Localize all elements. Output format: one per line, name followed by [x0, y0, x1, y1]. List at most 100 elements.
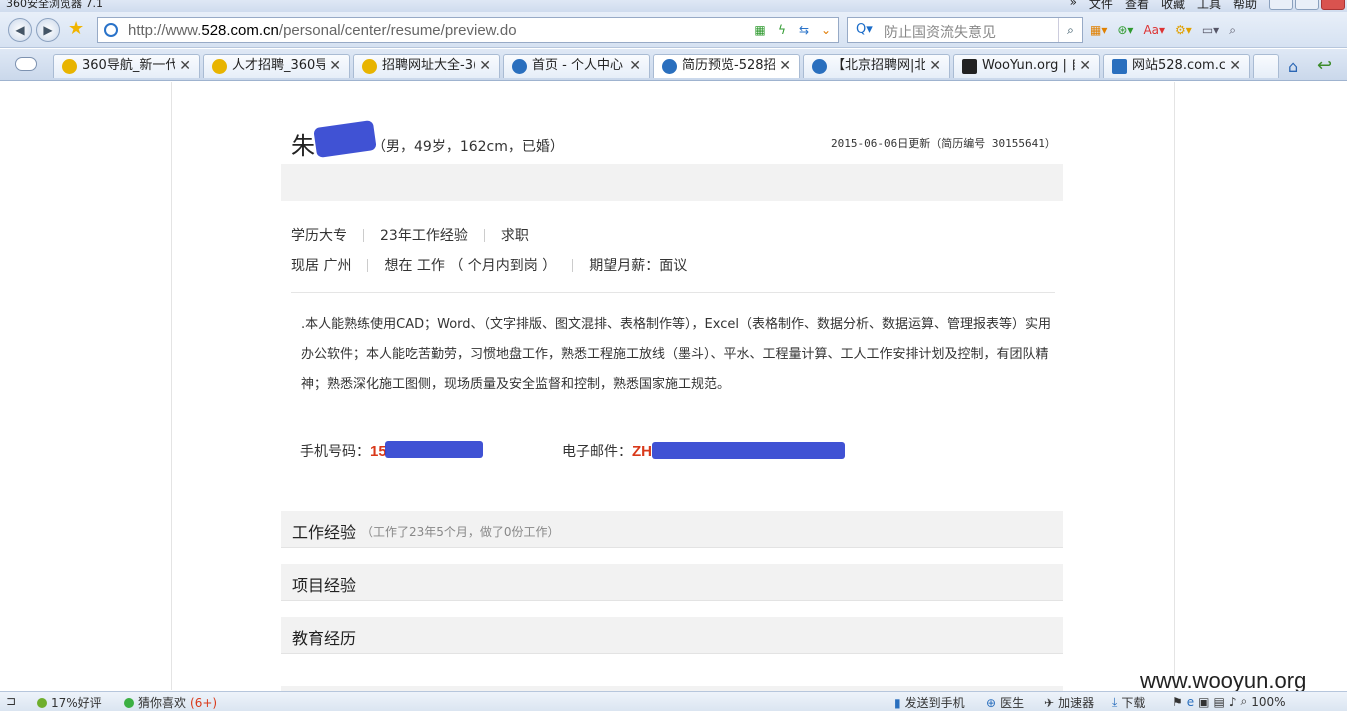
tab-wooyun[interactable]: WooYun.org | 自 ✕ — [953, 54, 1100, 78]
tab-360-nav[interactable]: 360导航_新一代 ✕ — [53, 54, 200, 78]
send-to-phone[interactable]: ▮ 发送到手机 — [894, 694, 965, 711]
window-controls — [1269, 0, 1345, 10]
tab-favicon-icon — [62, 59, 77, 74]
rating-item[interactable]: 17%好评 — [37, 694, 102, 711]
page-border-left — [171, 82, 172, 690]
window-icon[interactable]: ▣ — [1198, 695, 1209, 709]
menu-more[interactable]: » — [1070, 0, 1077, 12]
zoom-icon[interactable]: ⌕ — [1241, 694, 1248, 709]
close-tab-icon[interactable]: ✕ — [179, 55, 191, 77]
url-text[interactable]: http://www.528.com.cn/personal/center/re… — [128, 22, 517, 39]
search-engine-icon[interactable]: Q▾ — [856, 22, 873, 37]
ie-icon[interactable]: e — [1187, 695, 1194, 709]
zoom-search-icon[interactable]: ⌕ — [1229, 21, 1236, 39]
tab-talent-recruit[interactable]: 人才招聘_360导 ✕ — [203, 54, 350, 78]
close-tab-icon[interactable]: ✕ — [779, 55, 791, 77]
separator — [367, 258, 369, 272]
resume-updated: 2015-06-06日更新（简历编号 30155641） — [831, 137, 1056, 150]
current-location: 现居 广州 — [291, 258, 352, 274]
tab-resume-preview[interactable]: 简历预览-528招 ✕ — [653, 54, 800, 78]
search-box[interactable]: Q▾ 防止国资流失意见 ⌕ — [847, 17, 1083, 43]
search-icon[interactable]: ⌕ — [1058, 18, 1082, 42]
lightning-icon[interactable]: ϟ — [774, 21, 790, 39]
close-tab-icon[interactable]: ✕ — [1229, 55, 1241, 77]
doctor-icon: ⊕ — [986, 695, 997, 710]
tab-favicon-icon — [962, 59, 977, 74]
flag-icon[interactable]: ⚑ — [1172, 695, 1183, 709]
forward-button[interactable]: ▶ — [36, 18, 60, 42]
back-button[interactable]: ◀ — [8, 18, 32, 42]
rating-text: 17%好评 — [51, 696, 102, 710]
minimize-button[interactable] — [1269, 0, 1293, 10]
close-tab-icon[interactable]: ✕ — [1079, 55, 1091, 77]
download-label: 下载 — [1121, 696, 1146, 710]
divider — [291, 292, 1055, 293]
menu-help[interactable]: 帮助 — [1233, 0, 1257, 12]
volume-icon[interactable]: ♪ — [1229, 695, 1237, 709]
tab-personal-center[interactable]: 首页 - 个人中心 ✕ — [503, 54, 650, 78]
window-title: 360安全浏览器 7.1 — [6, 0, 103, 10]
close-tab-icon[interactable]: ✕ — [329, 55, 341, 77]
tab-site-528[interactable]: 网站528.com.cn ✕ — [1103, 54, 1250, 78]
tab-favicon-icon — [512, 59, 527, 74]
tab-beijing-recruit[interactable]: 【北京招聘网|北 ✕ — [803, 54, 950, 78]
phone-contact: 手机号码：15 — [300, 441, 387, 461]
window-titlebar: 360安全浏览器 7.1 » 文件 查看 收藏 工具 帮助 — [0, 0, 1347, 12]
zoom-level[interactable]: 100% — [1251, 695, 1285, 709]
separator — [363, 228, 364, 242]
redacted-phone — [385, 441, 483, 458]
address-bar[interactable]: http://www.528.com.cn/personal/center/re… — [97, 17, 839, 43]
home-icon[interactable]: ⌂ — [1288, 57, 1298, 76]
cloud-sync-icon[interactable] — [15, 57, 37, 71]
undo-close-icon[interactable]: ↩ — [1317, 55, 1332, 76]
section-project-experience[interactable]: 项目经验 — [281, 564, 1063, 601]
close-tab-icon[interactable]: ✕ — [479, 55, 491, 77]
download-item[interactable]: ⤓ 下载 — [1112, 694, 1145, 711]
redacted-email — [652, 442, 845, 459]
menu-tools[interactable]: 工具 — [1197, 0, 1221, 12]
close-tab-icon[interactable]: ✕ — [629, 55, 641, 77]
section-education[interactable]: 教育经历 — [281, 617, 1063, 654]
accelerator-item[interactable]: ✈ 加速器 — [1044, 694, 1094, 711]
guess-you-like[interactable]: 猜你喜欢 (6+) — [124, 694, 217, 711]
security-icon[interactable]: ⊛▾ — [1117, 21, 1133, 39]
status-bar: ⊐ 17%好评 猜你喜欢 (6+) ▮ 发送到手机 ⊕ 医生 ✈ 加速器 ⤓ 下… — [0, 691, 1347, 711]
navigation-toolbar: ◀ ▶ ★ http://www.528.com.cn/personal/cen… — [0, 12, 1347, 48]
compat-mode-icon[interactable]: ⇆ — [796, 21, 812, 39]
doctor-item[interactable]: ⊕ 医生 — [986, 694, 1024, 711]
maximize-button[interactable] — [1295, 0, 1319, 10]
expected-salary: 期望月薪：面议 — [589, 258, 688, 274]
dropdown-icon[interactable]: ⌄ — [818, 21, 834, 39]
pdf-icon[interactable]: Aa▾ — [1143, 21, 1165, 39]
section-subtitle: （工作了23年5个月，做了0份工作） — [361, 525, 560, 539]
new-tab-button[interactable] — [1253, 54, 1279, 78]
page-border-right — [1174, 82, 1175, 690]
apps-icon[interactable]: ▦▾ — [1090, 21, 1107, 39]
download-icon: ⤓ — [1112, 695, 1118, 709]
status-tools: ⚑ e ▣ ▤ ♪ ⌕ 100% — [1172, 694, 1286, 709]
page-icon — [104, 23, 118, 37]
tab-recruit-sites[interactable]: 招聘网址大全-3( ✕ — [353, 54, 500, 78]
notes-icon[interactable]: ▤ — [1214, 695, 1225, 709]
phone-label: 手机号码： — [300, 444, 370, 460]
send-to-phone-label: 发送到手机 — [904, 696, 965, 710]
favorite-star-icon[interactable]: ★ — [68, 20, 84, 38]
extension-icon[interactable]: ⚙▾ — [1175, 21, 1192, 39]
phone-icon: ▮ — [894, 695, 901, 710]
close-window-button[interactable] — [1321, 0, 1345, 10]
separator — [483, 228, 485, 242]
qrcode-icon[interactable]: ▦ — [752, 21, 768, 39]
section-work-experience[interactable]: 工作经验 （工作了23年5个月，做了0份工作） — [281, 511, 1063, 548]
menu-file[interactable]: 文件 — [1089, 0, 1113, 12]
accelerator-label: 加速器 — [1058, 696, 1095, 710]
tab-favicon-icon — [362, 59, 377, 74]
tab-bar: 360导航_新一代 ✕ 人才招聘_360导 ✕ 招聘网址大全-3( ✕ 首页 -… — [0, 49, 1347, 81]
menu-view[interactable]: 查看 — [1125, 0, 1149, 12]
screenshot-icon[interactable]: ▭▾ — [1202, 21, 1219, 39]
close-tab-icon[interactable]: ✕ — [929, 55, 941, 77]
email-contact: 电子邮件：ZH — [562, 441, 652, 461]
menu-favorites[interactable]: 收藏 — [1161, 0, 1185, 12]
email-label: 电子邮件： — [562, 444, 632, 460]
sidebar-toggle-icon[interactable]: ⊐ — [6, 694, 16, 708]
doctor-label: 医生 — [1000, 696, 1025, 710]
